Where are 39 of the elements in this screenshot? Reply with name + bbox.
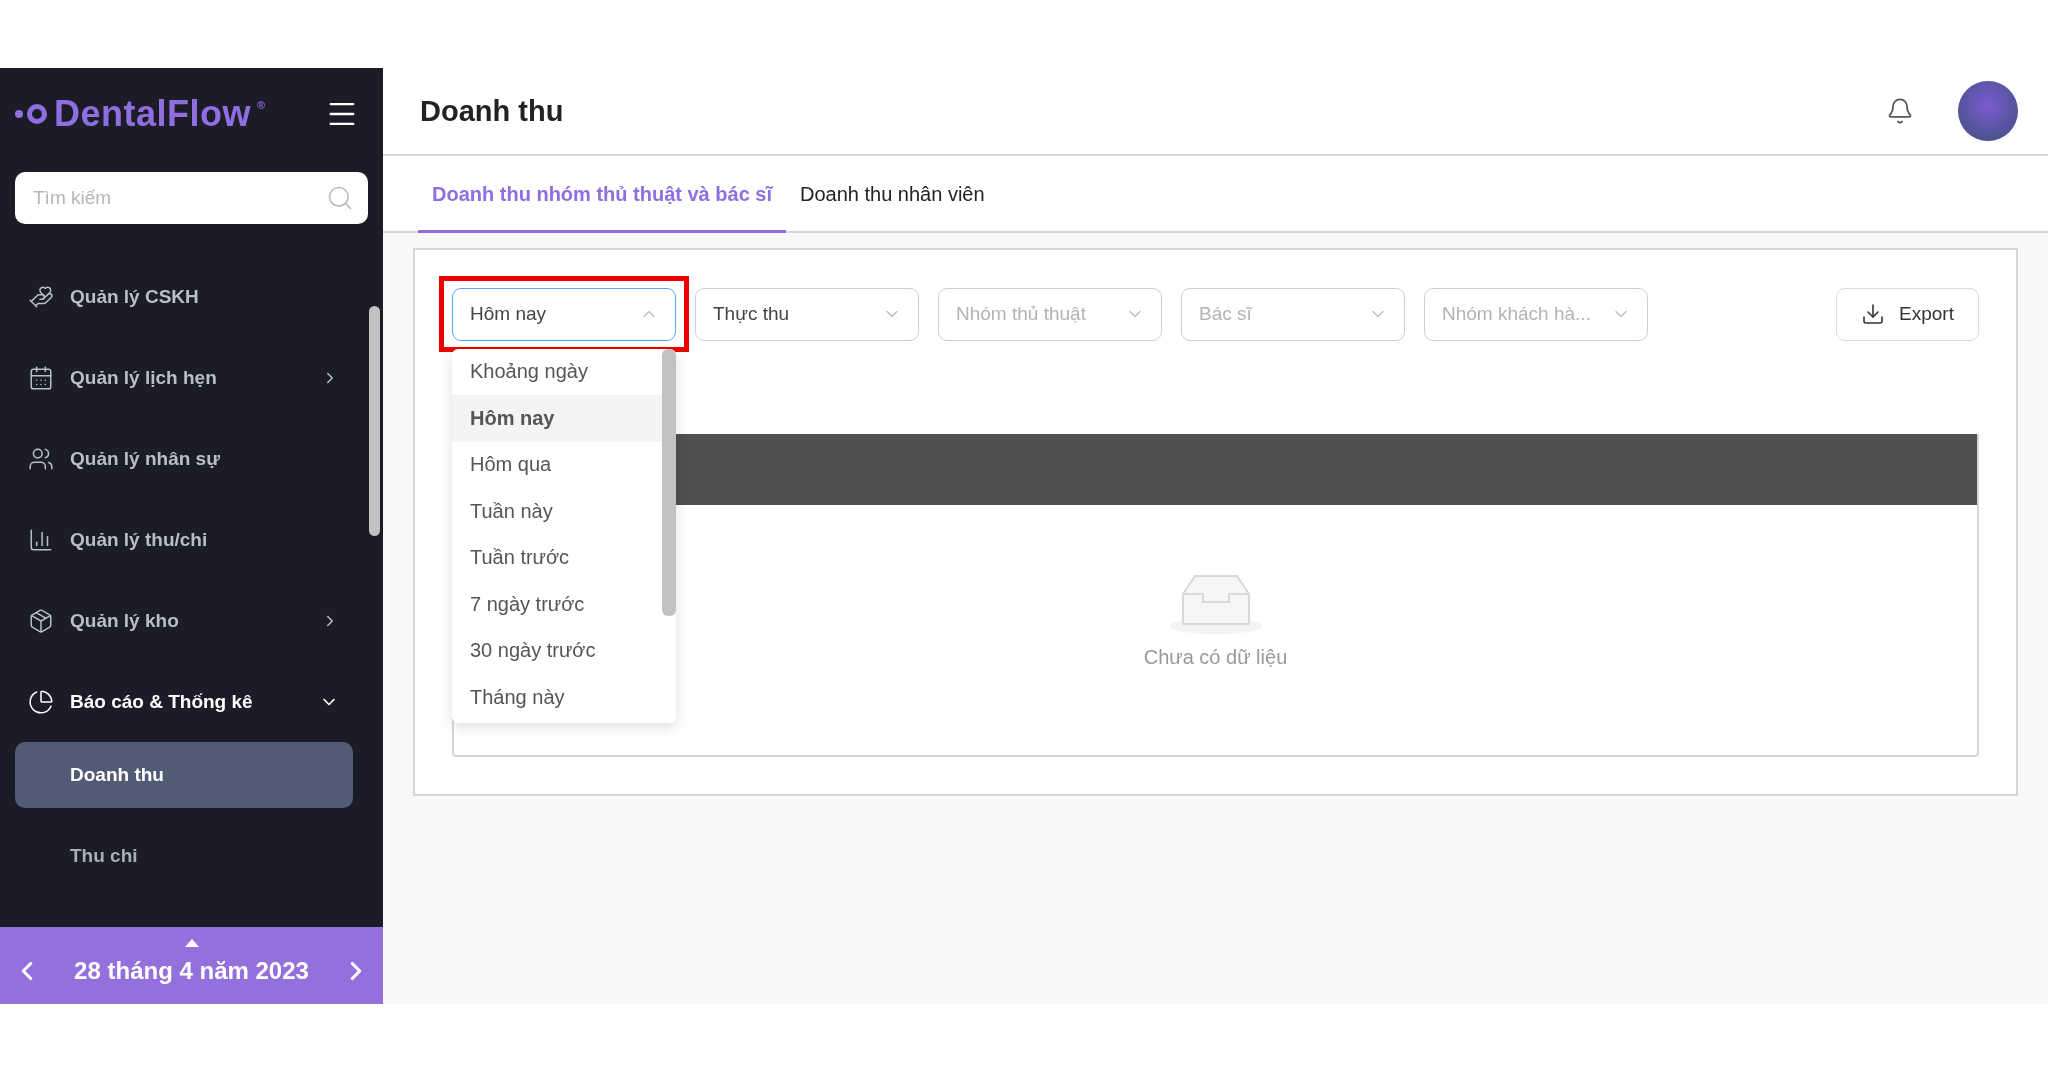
dropdown-option[interactable]: Tuần này [452,488,662,535]
empty-message: Chưa có dữ liệu [1143,645,1288,669]
scrollbar-thumb[interactable] [369,306,380,536]
sidebar-item[interactable]: Quản lý nhân sự [0,418,353,499]
sidebar-subitem[interactable]: Thu chi [15,823,353,889]
current-date: 28 tháng 4 năm 2023 [74,956,309,985]
menu-item-icon [28,688,54,715]
sidebar-item[interactable]: Quản lý CSKH [0,256,353,337]
dropdown-option[interactable]: Tháng này [452,674,662,721]
dropdown-option[interactable]: 7 ngày trước [452,581,662,628]
registered-mark: ® [257,99,266,111]
search-field[interactable]: Tìm kiếm [15,172,368,224]
dropdown-option[interactable]: 30 ngày trước [452,627,662,674]
menu-item-icon [28,364,54,391]
search-icon[interactable] [326,184,354,212]
logo-text: DentalFlow [54,93,251,135]
menu-item-icon [28,607,54,634]
dropdown-option[interactable]: Khoảng ngày [452,348,662,395]
scrollbar-thumb[interactable] [662,348,676,616]
dropdown-option[interactable]: Hôm nay [452,395,662,442]
logo-icon [14,103,48,125]
page-title: Doanh thu [420,94,564,128]
sidebar-subitem[interactable]: Doanh thu [15,742,353,808]
notification-bell-icon[interactable] [1886,97,1914,125]
tab[interactable]: Doanh thu nhân viên [786,158,999,233]
sidebar-item[interactable]: Báo cáo & Thống kê [0,661,353,742]
export-button[interactable]: Export [1836,287,1979,341]
menu-item-icon [28,283,54,310]
sidebar-item[interactable]: Quản lý lịch hẹn [0,337,353,418]
filter-select[interactable]: Thực thu [695,287,919,341]
avatar[interactable] [1958,81,2018,141]
caret-up-icon[interactable] [185,939,199,947]
download-icon [1861,302,1886,326]
dropdown-option[interactable]: Hôm qua [452,441,662,488]
dropdown-option[interactable]: Tuần trước [452,534,662,581]
sidebar-item[interactable]: Quản lý thu/chi [0,499,353,580]
tab[interactable]: Doanh thu nhóm thủ thuật và bác sĩ [418,158,786,233]
sidebar-item[interactable]: Quản lý kho [0,580,353,661]
filter-select[interactable]: Hôm nay [452,287,676,341]
